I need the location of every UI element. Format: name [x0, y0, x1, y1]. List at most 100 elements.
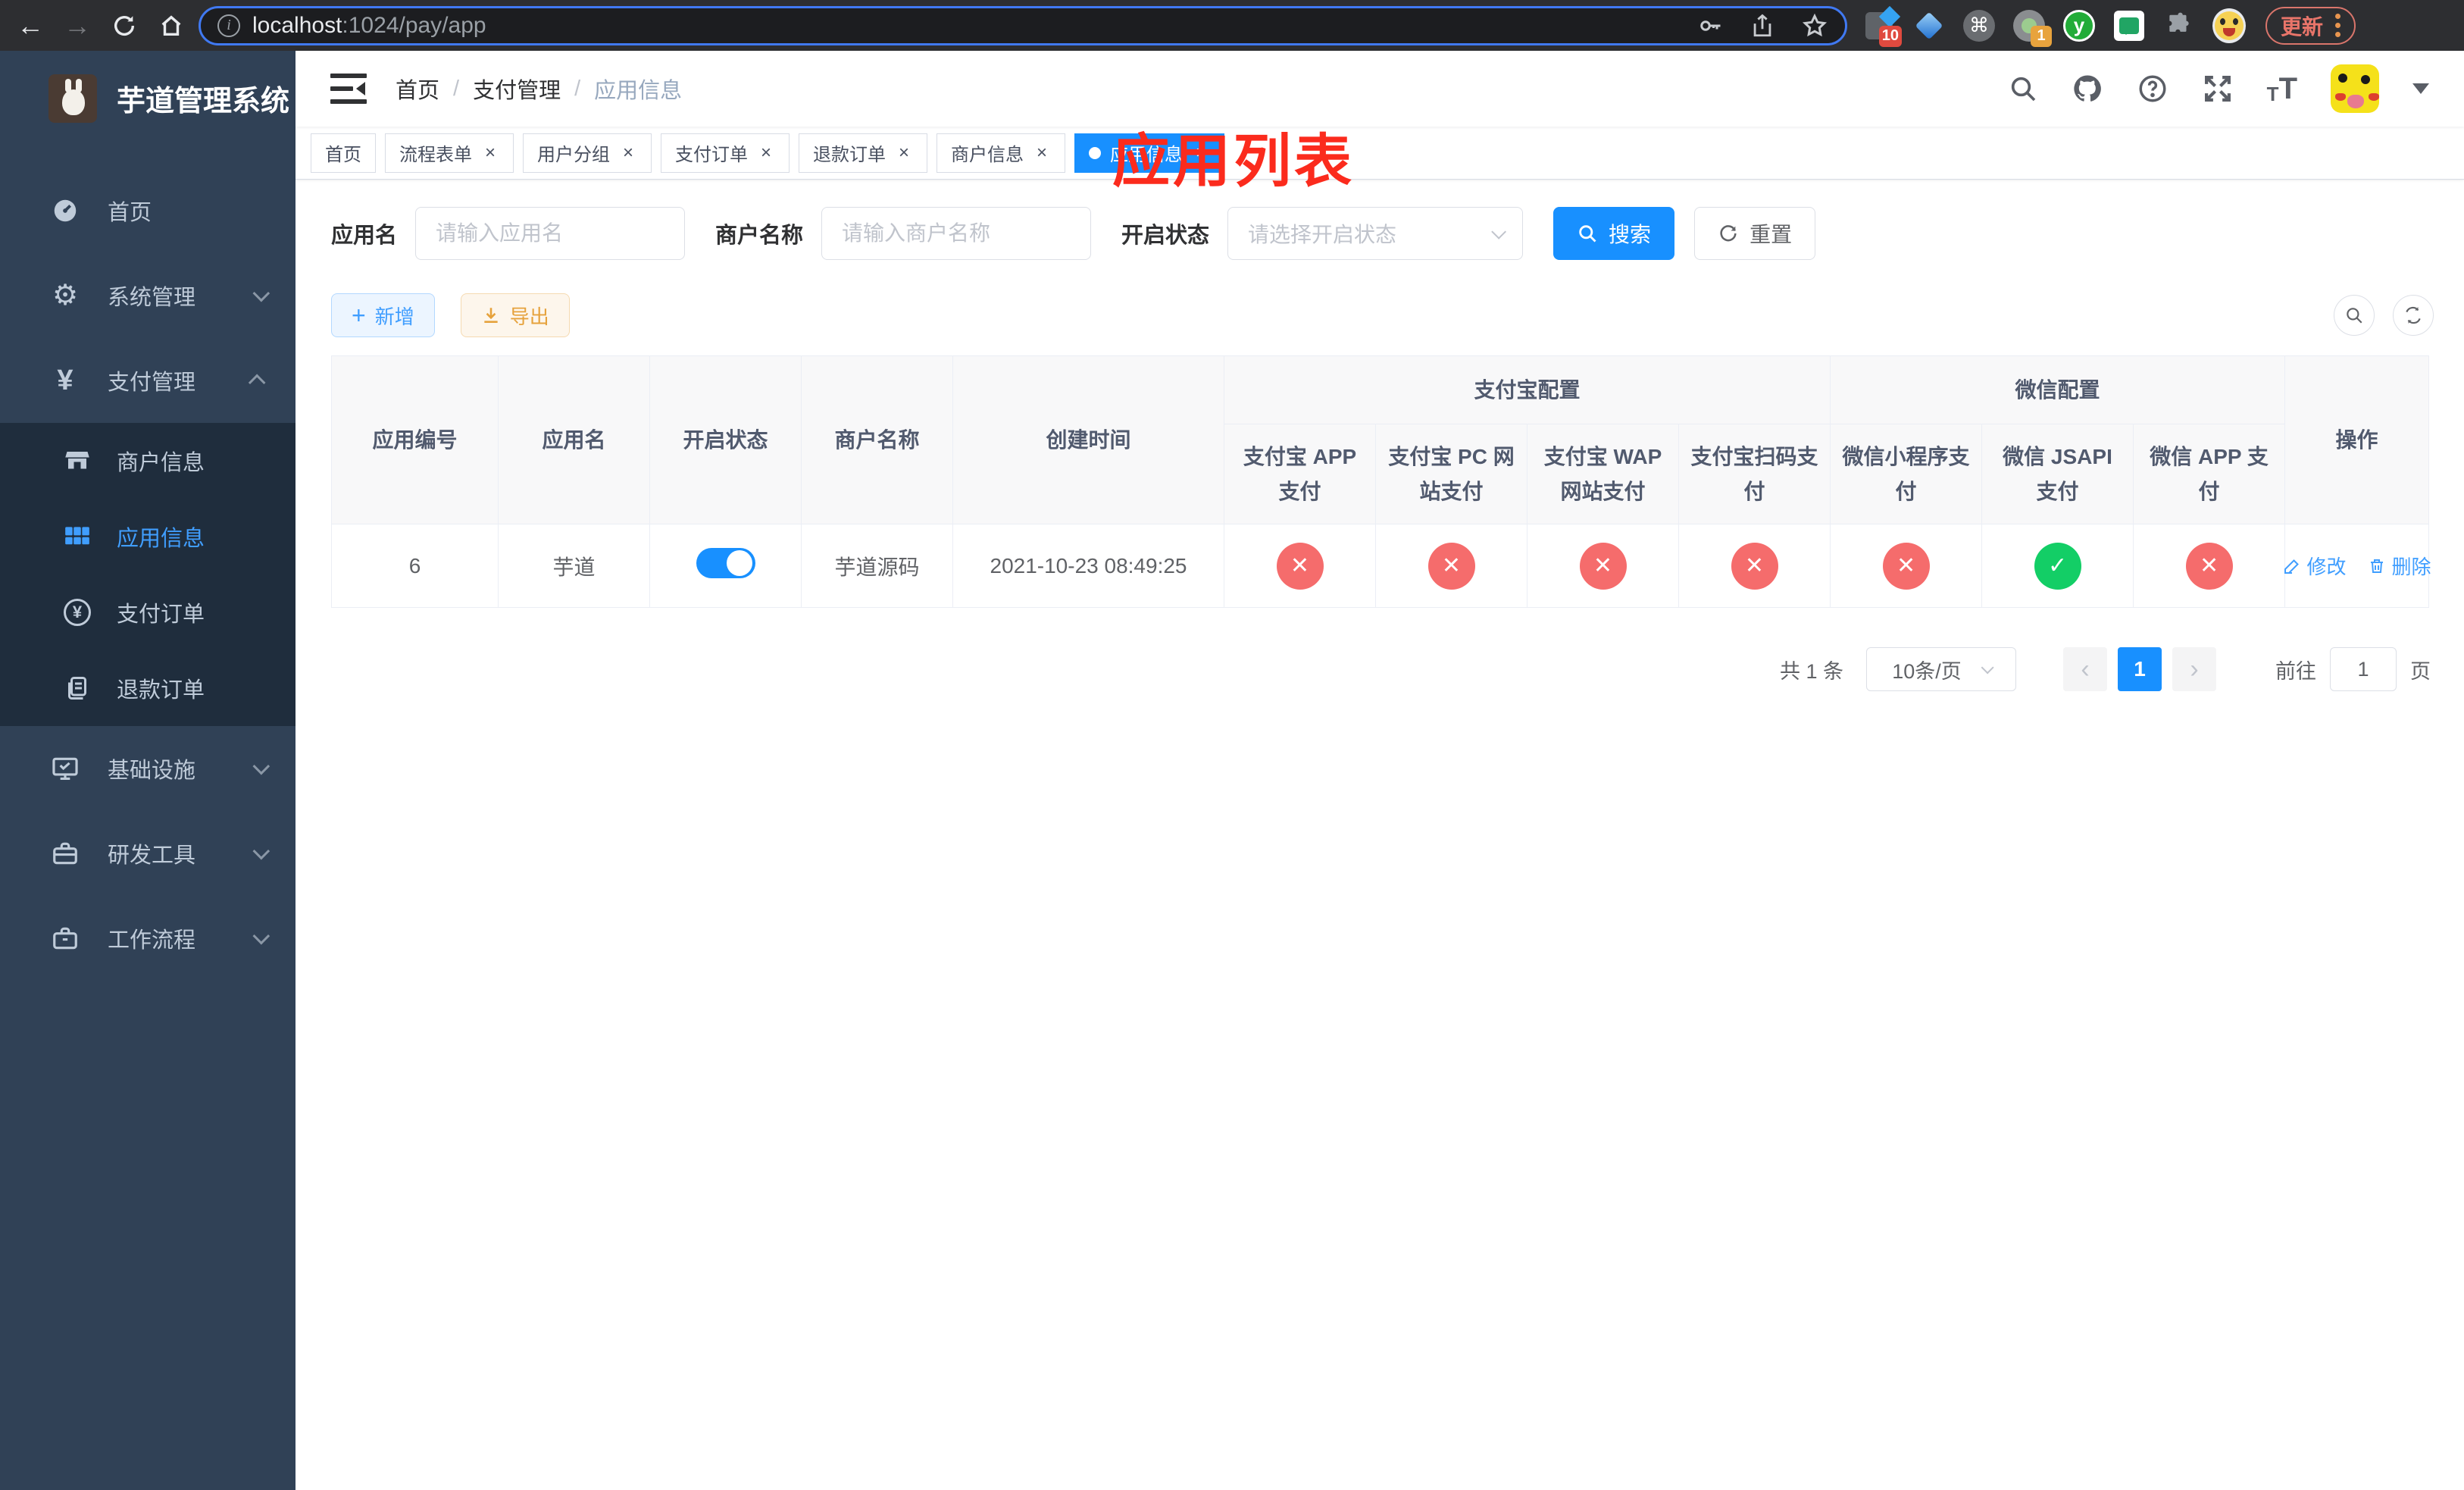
extension-icon-1[interactable]: 10	[1862, 5, 1902, 47]
close-icon[interactable]: ×	[757, 142, 775, 163]
browser-update-button[interactable]: 更新	[2265, 6, 2356, 45]
delete-link[interactable]: 删除	[2368, 552, 2431, 580]
cell-merchant-name: 芋道源码	[801, 524, 953, 608]
col-header-alipay-wap: 支付宝 WAP 网站支付	[1527, 424, 1679, 524]
breadcrumb-separator: /	[453, 76, 460, 101]
yen-circle-icon: ¥	[61, 599, 94, 626]
toggle-search-button[interactable]	[2334, 295, 2375, 336]
browser-profile-avatar[interactable]	[2212, 8, 2246, 43]
table-row: 6 芋道 芋道源码 2021-10-23 08:49:25 ✕ ✕ ✕ ✕ ✕ …	[331, 524, 2431, 608]
browser-forward-button[interactable]: →	[58, 6, 97, 45]
browser-menu-icon[interactable]	[2335, 14, 2341, 37]
close-icon[interactable]: ×	[895, 142, 913, 163]
sidebar-item-label: 退款订单	[117, 678, 205, 703]
goto-page-input[interactable]	[2330, 647, 2397, 691]
sidebar-item-refund-orders[interactable]: 退款订单	[0, 650, 295, 726]
enabled-toggle[interactable]	[696, 548, 755, 578]
search-icon	[2347, 308, 2362, 324]
col-header-wechat-jsapi: 微信 JSAPI 支付	[1981, 424, 2134, 524]
yen-icon: ¥	[57, 365, 73, 396]
header-search-icon[interactable]	[2008, 74, 2038, 104]
help-icon[interactable]	[2137, 73, 2169, 105]
status-select-placeholder: 请选择开启状态	[1248, 223, 1397, 246]
tab-refund-orders[interactable]: 退款订单 ×	[799, 133, 927, 173]
sidebar-item-pay-orders[interactable]: ¥ 支付订单	[0, 574, 295, 650]
sidebar-item-workflow[interactable]: 工作流程	[0, 896, 295, 981]
chevron-down-icon	[252, 842, 270, 860]
next-page-button[interactable]: ›	[2172, 647, 2216, 691]
extension-icon-6[interactable]	[2112, 9, 2146, 42]
tab-pay-orders[interactable]: 支付订单 ×	[661, 133, 790, 173]
tab-home[interactable]: 首页	[311, 133, 376, 173]
font-size-icon[interactable]: TT	[2267, 74, 2297, 104]
download-icon	[484, 308, 498, 323]
extension-icon-3[interactable]: ⌘	[1962, 9, 1996, 42]
reset-button[interactable]: 重置	[1694, 207, 1816, 260]
payment-submenu: 商户信息 应用信息 ¥ 支付订单 退款订单	[0, 423, 295, 726]
logo-image	[48, 74, 97, 123]
refresh-table-button[interactable]	[2393, 295, 2434, 336]
col-header-app-name: 应用名	[498, 355, 650, 524]
add-button[interactable]: + 新增	[331, 293, 435, 337]
share-icon[interactable]	[1750, 13, 1775, 39]
page-1-button[interactable]: 1	[2118, 647, 2162, 691]
sidebar-item-label: 工作流程	[108, 928, 196, 953]
fullscreen-icon[interactable]	[2202, 73, 2234, 105]
sidebar-item-infrastructure[interactable]: 基础设施	[0, 726, 295, 811]
col-header-actions: 操作	[2284, 355, 2430, 524]
tab-merchant-info[interactable]: 商户信息 ×	[937, 133, 1065, 173]
extension-icon-2[interactable]	[1912, 9, 1946, 42]
group-header-wechat: 微信配置	[1830, 355, 2286, 424]
breadcrumb-home[interactable]: 首页	[396, 73, 439, 105]
user-avatar[interactable]	[2331, 64, 2379, 113]
prev-page-button[interactable]: ‹	[2063, 647, 2107, 691]
bookmark-star-icon[interactable]	[1801, 12, 1828, 39]
sidebar-item-home[interactable]: 首页	[0, 168, 295, 253]
tab-user-group[interactable]: 用户分组 ×	[523, 133, 652, 173]
sidebar-item-dev-tools[interactable]: 研发工具	[0, 811, 295, 896]
app-logo[interactable]: 芋道管理系统	[0, 51, 295, 146]
caret-down-icon[interactable]	[2412, 83, 2429, 102]
sidebar-item-merchant-info[interactable]: 商户信息	[0, 423, 295, 499]
annotation-app-list: 应用列表	[1112, 130, 1355, 194]
address-bar[interactable]: i localhost:1024/pay/app	[199, 5, 1847, 45]
browser-home-button[interactable]	[152, 6, 191, 45]
status-select[interactable]: 请选择开启状态	[1227, 207, 1524, 260]
breadcrumb-payment[interactable]: 支付管理	[473, 73, 561, 105]
browser-back-button[interactable]: ←	[11, 6, 50, 45]
close-icon[interactable]: ×	[481, 142, 499, 163]
app-name-input[interactable]	[415, 207, 686, 260]
extension-badge: 1	[2031, 25, 2052, 47]
browser-reload-button[interactable]	[105, 6, 144, 45]
sidebar-item-label: 支付管理	[108, 371, 196, 395]
status-alipay-app-icon: ✕	[1276, 542, 1324, 590]
goto-unit: 页	[2410, 659, 2431, 683]
sidebar-collapse-icon[interactable]	[330, 74, 367, 104]
sidebar-item-app-info[interactable]: 应用信息	[0, 499, 295, 574]
github-icon[interactable]	[2072, 73, 2103, 105]
close-icon[interactable]: ×	[619, 142, 637, 163]
sidebar-item-label: 应用信息	[117, 527, 205, 551]
sidebar-item-label: 支付订单	[117, 603, 205, 627]
site-info-icon[interactable]: i	[217, 14, 240, 37]
grid-icon	[61, 522, 94, 551]
pagination: 共 1 条 10条/页 ‹ 1 › 前往 页	[331, 647, 2434, 691]
export-button[interactable]: 导出	[460, 293, 570, 337]
pagination-total: 共 1 条	[1779, 659, 1843, 683]
password-key-icon[interactable]	[1696, 12, 1724, 39]
extension-icon-4[interactable]: 1	[2012, 9, 2052, 47]
search-button[interactable]: 搜索	[1553, 207, 1675, 260]
shop-icon	[61, 447, 94, 474]
sidebar-item-payment[interactable]: ¥ 支付管理	[0, 338, 295, 423]
edit-link[interactable]: 修改	[2283, 552, 2347, 580]
extension-icons: 10 ⌘ 1 y	[1862, 5, 2246, 47]
page-size-select[interactable]: 10条/页	[1866, 647, 2016, 691]
merchant-name-input[interactable]	[821, 207, 1092, 260]
extension-icon-5[interactable]: y	[2062, 9, 2096, 42]
col-header-merchant: 商户名称	[801, 355, 953, 524]
extensions-puzzle-icon[interactable]	[2162, 9, 2196, 42]
filter-form: 应用名 商户名称 开启状态 请选择开启状态 搜索 重置	[331, 207, 2434, 260]
tab-process-form[interactable]: 流程表单 ×	[385, 133, 514, 173]
sidebar-item-system[interactable]: ⚙ 系统管理	[0, 253, 295, 338]
close-icon[interactable]: ×	[1033, 142, 1051, 163]
